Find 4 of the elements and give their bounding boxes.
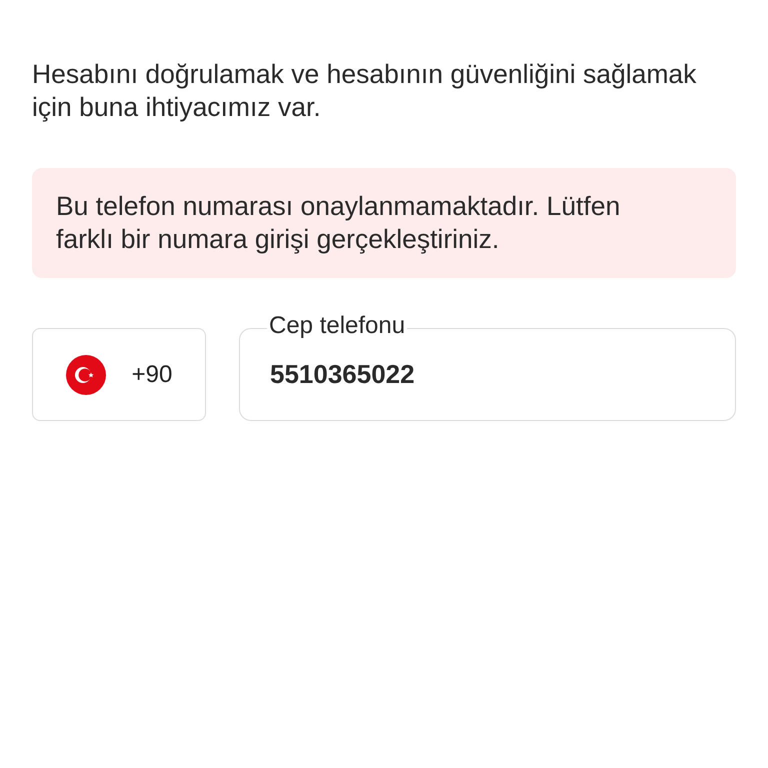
- country-code-button[interactable]: +90: [32, 328, 206, 421]
- flag-icon: [66, 354, 106, 394]
- error-alert: Bu telefon numarası onaylanmamaktadır. Lütfen farklı bir numara girişi gerçekleştiriniz.: [32, 168, 736, 278]
- description-text: Hesabını doğrulamak ve hesabının güvenliğini sağlamak için buna ihtiyacımız var.: [32, 58, 698, 124]
